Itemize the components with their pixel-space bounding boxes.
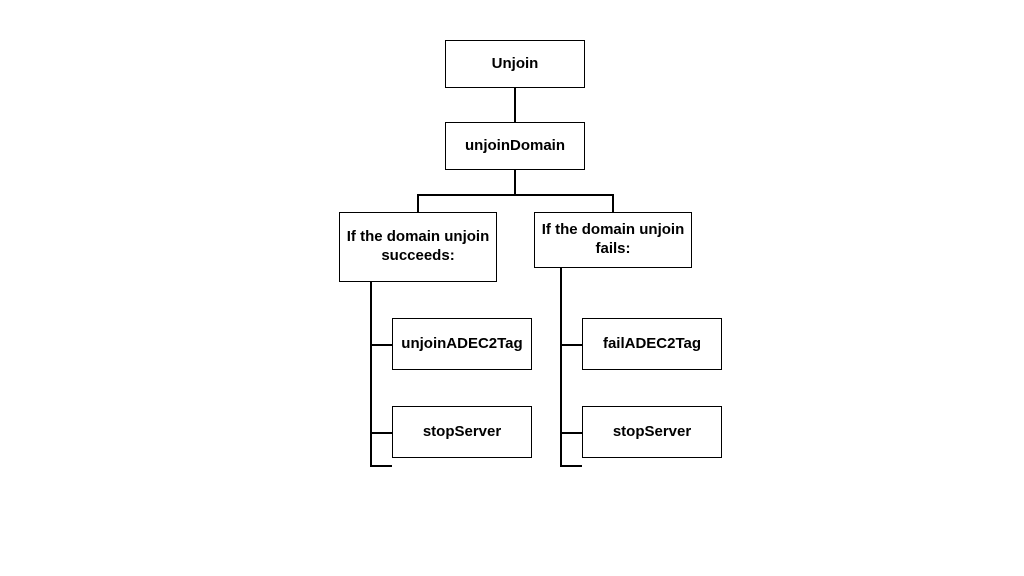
node-fail-branch-label: If the domain unjoin fails:	[541, 221, 685, 259]
node-fail-step1-label: failADEC2Tag	[603, 335, 701, 354]
connector-to-fail	[612, 194, 614, 212]
node-success-step1: unjoinADEC2Tag	[392, 318, 532, 370]
node-success-step1-label: unjoinADEC2Tag	[401, 335, 522, 354]
node-success-step2-label: stopServer	[423, 423, 501, 442]
connector-success-to-step1	[370, 344, 392, 346]
connector-success-bus	[370, 282, 372, 466]
connector-root-to-unjoindomain	[514, 88, 516, 122]
node-success-branch: If the domain unjoin succeeds:	[339, 212, 497, 282]
node-success-branch-label: If the domain unjoin succeeds:	[346, 228, 490, 266]
node-fail-step2: stopServer	[582, 406, 722, 458]
node-unjoin: Unjoin	[445, 40, 585, 88]
node-success-step2: stopServer	[392, 406, 532, 458]
connector-success-bottom	[370, 465, 392, 467]
node-unjoin-label: Unjoin	[492, 55, 539, 74]
node-fail-step1: failADEC2Tag	[582, 318, 722, 370]
connector-fail-to-step1	[560, 344, 582, 346]
node-unjoindomain: unjoinDomain	[445, 122, 585, 170]
connector-success-to-step2	[370, 432, 392, 434]
node-unjoindomain-label: unjoinDomain	[465, 137, 565, 156]
connector-split-horizontal	[417, 194, 613, 196]
connector-to-success	[417, 194, 419, 212]
connector-fail-bus	[560, 268, 562, 466]
connector-unjoindomain-down	[514, 170, 516, 194]
node-fail-branch: If the domain unjoin fails:	[534, 212, 692, 268]
node-fail-step2-label: stopServer	[613, 423, 691, 442]
connector-fail-bottom	[560, 465, 582, 467]
connector-fail-to-step2	[560, 432, 582, 434]
